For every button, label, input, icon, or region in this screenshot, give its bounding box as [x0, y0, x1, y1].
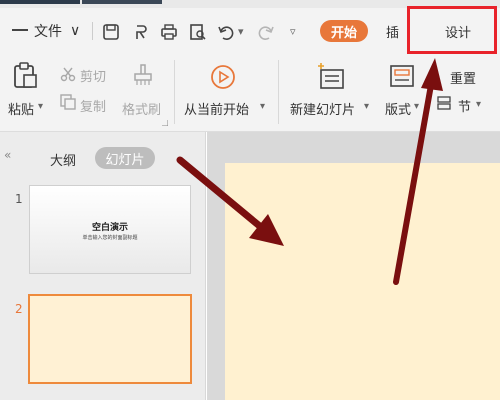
arrow-to-design-tab-icon — [393, 58, 443, 285]
arrow-to-slide-icon — [176, 156, 284, 246]
annotation-arrows — [176, 58, 443, 285]
